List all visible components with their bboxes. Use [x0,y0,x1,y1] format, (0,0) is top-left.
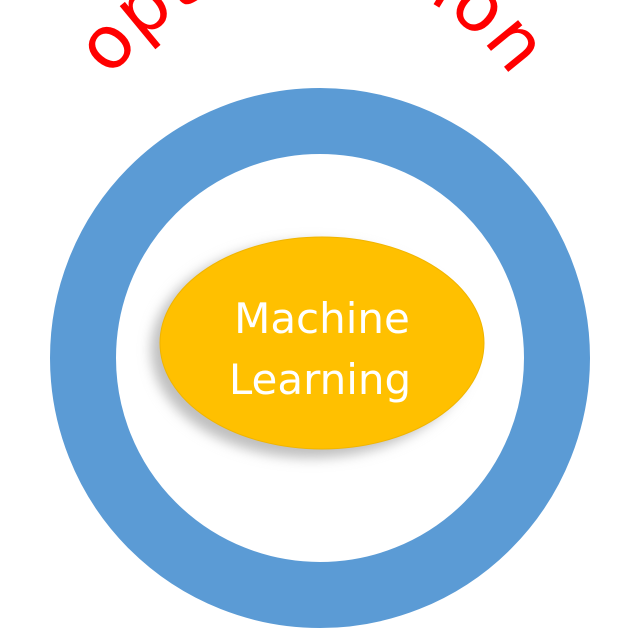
inner-ellipse [159,236,485,450]
outer-label: optimization [58,0,565,89]
optimization-ml-diagram: Machine Learning optimization [50,0,590,628]
outer-label-path: optimization [58,0,564,89]
inner-label-line2: Learning [229,355,411,404]
inner-label-line1: Machine [234,294,410,343]
